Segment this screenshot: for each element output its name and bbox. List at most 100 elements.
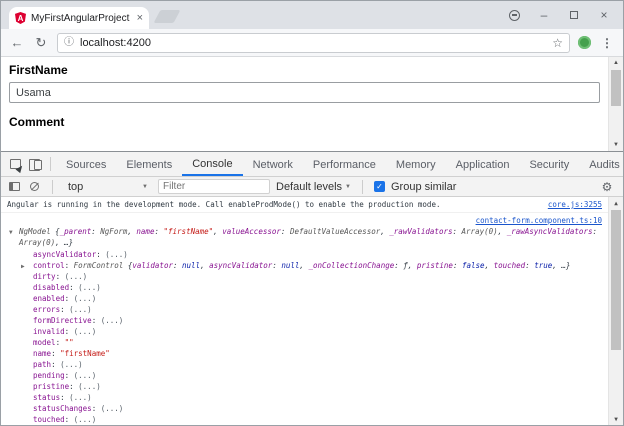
firstname-input[interactable] [9,82,600,103]
console-filter-input[interactable] [158,179,270,194]
property-getter[interactable]: (...) [60,360,83,369]
property-row-statuschanges[interactable]: statusChanges(...) [7,403,602,414]
property-row-path[interactable]: path(...) [7,359,602,370]
context-selector-value: top [68,180,84,193]
property-key: status [33,393,69,402]
browser-tab[interactable]: A MyFirstAngularProject × [9,7,149,29]
property-key: touched [33,415,74,424]
property-row-pristine[interactable]: pristine(...) [7,381,602,392]
profile-icon[interactable] [499,1,529,29]
window-controls: – × [499,1,619,29]
console-scrollbar[interactable]: ▲ ▼ [608,197,623,425]
property-row-dirty[interactable]: dirty(...) [7,271,602,282]
tab-network[interactable]: Network [243,152,303,176]
chevron-down-icon: ▼ [345,183,351,190]
property-key: pristine [33,382,78,391]
tab-audits[interactable]: Audits [579,152,624,176]
property-getter[interactable]: (...) [74,327,97,336]
scrollbar-thumb[interactable] [611,70,621,106]
context-selector[interactable]: top ▼ [64,181,152,193]
page-scrollbar[interactable]: ▲ ▼ [608,57,623,151]
property-row-model[interactable]: model"" [7,337,602,348]
chevron-down-icon: ▼ [142,183,148,190]
scroll-up-icon[interactable]: ▲ [609,197,623,209]
property-row-invalid[interactable]: invalid(...) [7,326,602,337]
property-getter[interactable]: (...) [74,371,97,380]
property-getter[interactable]: (...) [78,382,101,391]
property-row-asyncvalidator[interactable]: asyncValidator(...) [7,249,602,260]
group-similar-checkbox[interactable]: ✓ [374,181,385,192]
property-row-touched[interactable]: touched(...) [7,414,602,425]
property-row-name[interactable]: name"firstName" [7,348,602,359]
property-getter[interactable]: (...) [101,316,124,325]
check-icon: ✓ [376,182,383,191]
tab-elements[interactable]: Elements [116,152,182,176]
console-toolbar: top ▼ Default levels ▼ ✓ Group similar ⚙ [1,177,623,197]
property-key: formDirective [33,316,101,325]
property-row-status[interactable]: status(...) [7,392,602,403]
property-key: dirty [33,272,65,281]
property-getter[interactable]: (...) [74,294,97,303]
property-getter[interactable]: (...) [101,404,124,413]
bookmark-star-icon[interactable]: ☆ [552,37,563,49]
info-icon[interactable]: ⓘ [64,37,74,48]
comment-label: Comment [9,115,65,129]
tab-memory[interactable]: Memory [386,152,446,176]
collapse-arrow-icon[interactable]: ▼ [9,227,13,238]
property-getter[interactable]: (...) [69,305,92,314]
property-key: asyncValidator [33,250,105,259]
url-bar[interactable]: ⓘ localhost:4200 ☆ [57,32,570,53]
tab-console[interactable]: Console [182,152,243,176]
tab-security[interactable]: Security [519,152,579,176]
property-key: pending [33,371,74,380]
scrollbar-thumb[interactable] [611,210,621,350]
back-icon[interactable]: ← [9,36,25,49]
property-key: errors [33,305,69,314]
property-getter[interactable]: (...) [78,283,101,292]
device-toolbar-icon[interactable] [25,152,45,176]
tab-performance[interactable]: Performance [303,152,386,176]
property-row-disabled[interactable]: disabled(...) [7,282,602,293]
console-sidebar-icon[interactable] [7,177,21,196]
property-key: model [33,338,65,347]
property-row-errors[interactable]: errors(...) [7,304,602,315]
scroll-up-icon[interactable]: ▲ [609,57,623,69]
object-preview-text: NgModel {_parent: NgForm, name: "firstNa… [19,227,597,247]
property-row-formdirective[interactable]: formDirective(...) [7,315,602,326]
property-getter[interactable]: (...) [69,393,92,402]
source-link[interactable]: contact-form.component.ts:10 [476,216,602,225]
minimize-button[interactable]: – [529,1,559,29]
source-link[interactable]: core.js:3255 [548,199,602,210]
property-row-control[interactable]: ▶controlFormControl {validator: null, as… [7,260,602,271]
maximize-button[interactable] [559,1,589,29]
refresh-icon[interactable]: ↻ [33,36,49,49]
property-getter[interactable]: (...) [105,250,128,259]
browser-menu-icon[interactable]: ⋮ [599,37,615,49]
ngmodel-object-preview[interactable]: ▼ NgModel {_parent: NgForm, name: "firstN… [7,226,602,248]
tab-sources[interactable]: Sources [56,152,116,176]
group-similar-label: Group similar [391,180,457,193]
property-key: disabled [33,283,78,292]
log-levels-label: Default levels [276,180,343,193]
extension-icon[interactable] [578,36,591,49]
property-row-enabled[interactable]: enabled(...) [7,293,602,304]
clear-console-icon[interactable] [27,177,41,196]
tab-application[interactable]: Application [446,152,520,176]
property-key: statusChanges [33,404,101,413]
log-levels-dropdown[interactable]: Default levels ▼ [276,181,351,193]
property-getter[interactable]: (...) [65,272,88,281]
divider [362,179,363,194]
settings-gear-icon[interactable]: ⚙ [597,177,617,196]
devtools-tabbar: Sources Elements Console Network Perform… [1,152,623,177]
property-value: "" [64,338,74,347]
scroll-down-icon[interactable]: ▼ [609,413,623,425]
url-text[interactable]: localhost:4200 [80,37,546,49]
property-getter[interactable]: (...) [74,415,97,424]
new-tab-button[interactable] [153,10,181,23]
inspect-element-icon[interactable] [5,152,25,176]
tab-close-icon[interactable]: × [137,12,143,24]
scroll-down-icon[interactable]: ▼ [609,139,623,151]
navbar: ← ↻ ⓘ localhost:4200 ☆ ⋮ [1,29,623,57]
property-row-pending[interactable]: pending(...) [7,370,602,381]
close-button[interactable]: × [589,1,619,29]
